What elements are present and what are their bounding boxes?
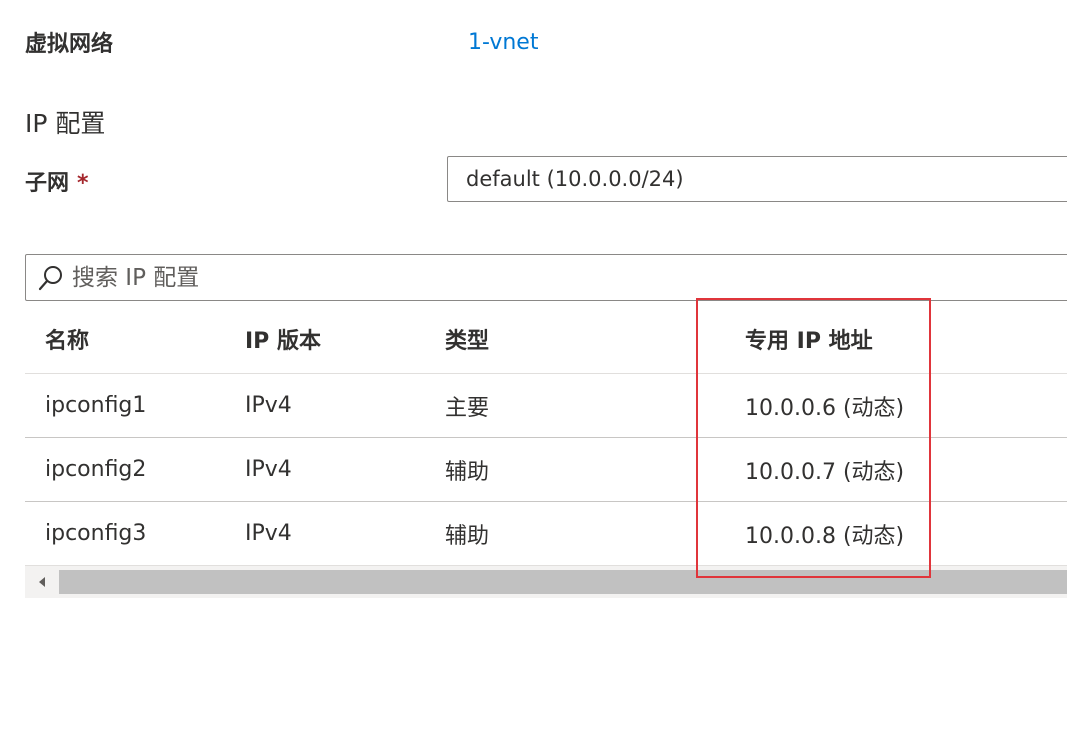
scrollbar-thumb[interactable] [59,570,1067,594]
column-header-name[interactable]: 名称 [45,305,89,373]
virtual-network-label: 虚拟网络 [25,32,114,57]
cell-private-ip: 10.0.0.7 (动态) [745,459,905,485]
cell-type: 辅助 [445,459,490,485]
cell-name: ipconfig3 [45,521,147,546]
ip-config-table: 名称 IP 版本 类型 专用 IP 地址 ipconfig1 IPv4 主要 1… [25,305,1067,566]
cell-private-ip: 10.0.0.6 (动态) [745,395,905,421]
required-marker: * [77,171,89,196]
search-input[interactable] [68,264,972,291]
subnet-label-container: 子网 * [25,165,89,197]
search-icon [34,261,68,295]
cell-private-ip: 10.0.0.8 (动态) [745,523,905,549]
subnet-label: 子网 [25,171,70,196]
search-box[interactable] [25,254,1067,301]
table-row[interactable]: ipconfig3 IPv4 辅助 10.0.0.8 (动态) [25,502,1067,566]
cell-ip-version: IPv4 [245,457,292,482]
column-header-ip-version[interactable]: IP 版本 [245,305,321,373]
ip-config-heading: IP 配置 [25,109,106,138]
chevron-left-icon[interactable] [25,566,59,598]
cell-ip-version: IPv4 [245,393,292,418]
subnet-select[interactable]: default (10.0.0.0/24) [447,156,1067,202]
cell-type: 辅助 [445,523,490,549]
cell-name: ipconfig1 [45,393,147,418]
cell-type: 主要 [445,395,490,421]
table-row[interactable]: ipconfig2 IPv4 辅助 10.0.0.7 (动态) [25,438,1067,502]
table-row[interactable]: ipconfig1 IPv4 主要 10.0.0.6 (动态) [25,374,1067,438]
column-header-type[interactable]: 类型 [445,305,489,373]
table-header-row: 名称 IP 版本 类型 专用 IP 地址 [25,305,1067,374]
cell-ip-version: IPv4 [245,521,292,546]
horizontal-scrollbar[interactable] [25,566,1067,598]
cell-name: ipconfig2 [45,457,147,482]
column-header-private-ip[interactable]: 专用 IP 地址 [745,305,873,373]
virtual-network-link[interactable]: 1-vnet [468,30,538,55]
